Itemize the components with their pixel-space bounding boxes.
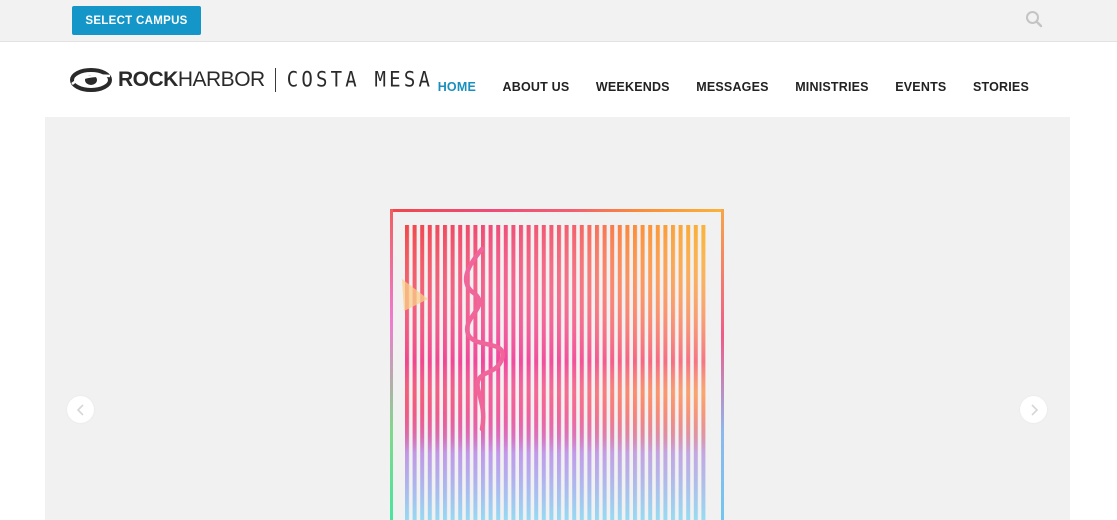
main-nav: HOME ABOUT US WEEKENDS MESSAGES MINISTRI… — [411, 80, 1029, 94]
top-utility-bar: SELECT CAMPUS — [0, 0, 1117, 42]
hero-carousel — [45, 117, 1070, 520]
carousel-prev-button[interactable] — [67, 396, 94, 423]
select-campus-button[interactable]: SELECT CAMPUS — [72, 6, 201, 35]
chevron-right-icon — [1030, 403, 1038, 416]
nav-item-stories[interactable]: STORIES — [973, 80, 1029, 94]
nav-item-about-us[interactable]: ABOUT US — [503, 80, 570, 94]
rockharbor-logo-icon — [70, 68, 112, 92]
logo-text-light: HARBOR — [177, 68, 265, 91]
logo-divider — [274, 68, 276, 92]
nav-item-home[interactable]: HOME — [438, 80, 476, 94]
logo-text-bold: ROCK — [118, 68, 178, 91]
nav-item-events[interactable]: EVENTS — [895, 80, 946, 94]
carousel-next-button[interactable] — [1020, 396, 1047, 423]
search-icon[interactable] — [1025, 10, 1043, 28]
site-header: ROCK HARBOR COSTA MESA HOME ABOUT US WEEK… — [0, 43, 1117, 117]
hero-artwork-image[interactable] — [390, 209, 724, 520]
nav-item-weekends[interactable]: WEEKENDS — [596, 80, 670, 94]
site-logo[interactable]: ROCK HARBOR COSTA MESA — [70, 65, 433, 95]
nav-item-messages[interactable]: MESSAGES — [696, 80, 768, 94]
chevron-left-icon — [76, 403, 84, 416]
nav-item-ministries[interactable]: MINISTRIES — [795, 80, 869, 94]
